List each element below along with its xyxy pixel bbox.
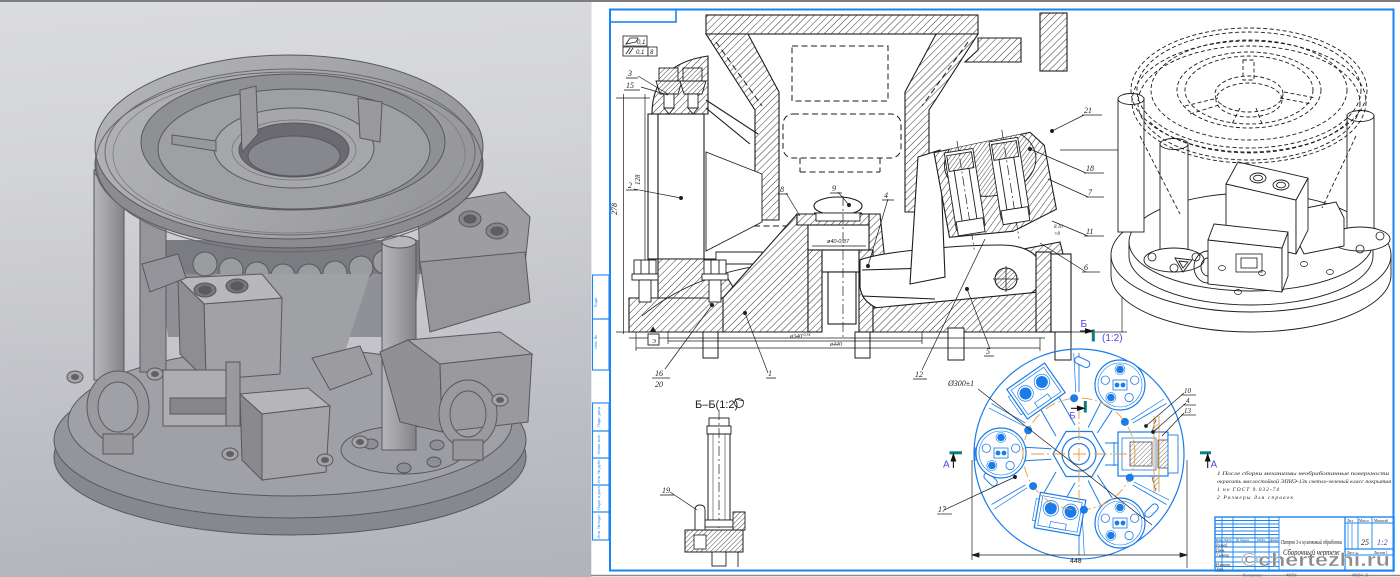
svg-text:21: 21 [1084, 106, 1092, 115]
svg-text:8: 8 [780, 185, 784, 194]
svg-text:Разраб.: Разраб. [1215, 544, 1228, 548]
svg-text:13: 13 [1184, 407, 1192, 415]
svg-text:(1:2): (1:2) [1102, 333, 1123, 344]
svg-text:ø440: ø440 [829, 341, 842, 348]
svg-text:окрасить маслостойкой ЭПИЭ-13к: окрасить маслостойкой ЭПИЭ-13к светло-зе… [1217, 478, 1392, 485]
svg-text:278: 278 [610, 203, 619, 215]
svg-text:17: 17 [938, 505, 947, 514]
svg-text:Подп. дата: Подп. дата [596, 406, 601, 427]
svg-text:18: 18 [1086, 164, 1094, 173]
svg-text:12: 12 [915, 370, 923, 379]
svg-text:ø40-0,37: ø40-0,37 [827, 239, 850, 245]
svg-text:Инв. № подл.: Инв. № подл. [596, 514, 601, 539]
svg-text:25: 25 [1361, 538, 1369, 547]
svg-text:8.10: 8.10 [1054, 225, 1063, 230]
svg-text:Патрон 3-х кулачковый обработк: Патрон 3-х кулачковый обработки [1280, 539, 1342, 546]
svg-text:4: 4 [1186, 397, 1190, 405]
svg-text:1 После сборки механизмы необр: 1 После сборки механизмы необработанные … [1217, 470, 1389, 477]
svg-text:4: 4 [884, 191, 888, 200]
svg-text:7: 7 [1088, 188, 1093, 197]
svg-text:Копировал: Копировал [1242, 573, 1262, 577]
svg-text:©chertezhi.ru: ©chertezhi.ru [1241, 550, 1390, 570]
svg-text:Дата: Дата [1269, 538, 1278, 542]
svg-text:128: 128 [634, 174, 642, 185]
svg-text:Ø300±1: Ø300±1 [947, 379, 974, 388]
svg-text:3: 3 [627, 69, 632, 78]
svg-text:10: 10 [1184, 387, 1192, 395]
svg-text:19: 19 [662, 486, 670, 495]
svg-text:49954 21: 49954 21 [1352, 573, 1369, 577]
svg-text:Подп.: Подп. [593, 297, 598, 308]
svg-text:А: А [943, 460, 950, 471]
svg-text:6: 6 [1084, 263, 1088, 272]
svg-text:16: 16 [655, 369, 663, 378]
svg-text:0,1: 0,1 [637, 40, 645, 46]
svg-text:Взам. инв.: Взам. инв. [596, 434, 601, 453]
svg-text:А: А [1211, 460, 1218, 471]
svg-text:Изм. Лист: Изм. Лист [1215, 538, 1232, 542]
svg-text:Масштаб: Масштаб [1374, 519, 1388, 523]
svg-text:11: 11 [1086, 227, 1093, 236]
svg-text:ø340-0,34: ø340-0,34 [789, 332, 810, 340]
svg-text:9: 9 [832, 184, 836, 193]
svg-text:1: 1 [768, 369, 772, 378]
svg-text:15: 15 [626, 81, 634, 90]
svg-text:Э: Э [652, 339, 656, 345]
svg-text:Подп.: Подп. [1256, 538, 1266, 542]
svg-text:20: 20 [655, 380, 663, 389]
svg-text:Пров.: Пров. [1215, 549, 1225, 553]
svg-text:×8: ×8 [1054, 232, 1060, 237]
svg-text:№ докум.: № докум. [1235, 538, 1250, 542]
svg-text:2 Размеры для справок: 2 Размеры для справок [1217, 494, 1293, 501]
svg-text:Б–Б(1:2): Б–Б(1:2) [695, 399, 738, 411]
svg-text:Н.контр.: Н.контр. [1215, 563, 1231, 567]
svg-text:1:2: 1:2 [1377, 538, 1388, 547]
svg-text:Т.контр.: Т.контр. [1216, 554, 1230, 558]
svg-text:Подп. и дата: Подп. и дата [596, 485, 601, 509]
svg-text:448: 448 [1070, 558, 1082, 565]
svg-text:Масса: Масса [1359, 519, 1369, 523]
svg-text:Б: Б [1081, 319, 1088, 330]
svg-text:2: 2 [628, 181, 632, 190]
svg-text:Лит.: Лит. [1347, 519, 1354, 523]
svg-text:1 но ГОСТ 9.032-74: 1 но ГОСТ 9.032-74 [1217, 487, 1279, 493]
svg-text:Инв. № дубл.: Инв. № дубл. [596, 459, 601, 484]
svg-text:Инв. №: Инв. № [593, 335, 598, 349]
svg-text:0,1: 0,1 [636, 50, 644, 56]
svg-text:Утв.: Утв. [1216, 568, 1224, 572]
svg-text:5: 5 [986, 347, 990, 356]
svg-text:Б: Б [1070, 411, 1076, 421]
svg-text:49954: 49954 [1286, 573, 1296, 577]
